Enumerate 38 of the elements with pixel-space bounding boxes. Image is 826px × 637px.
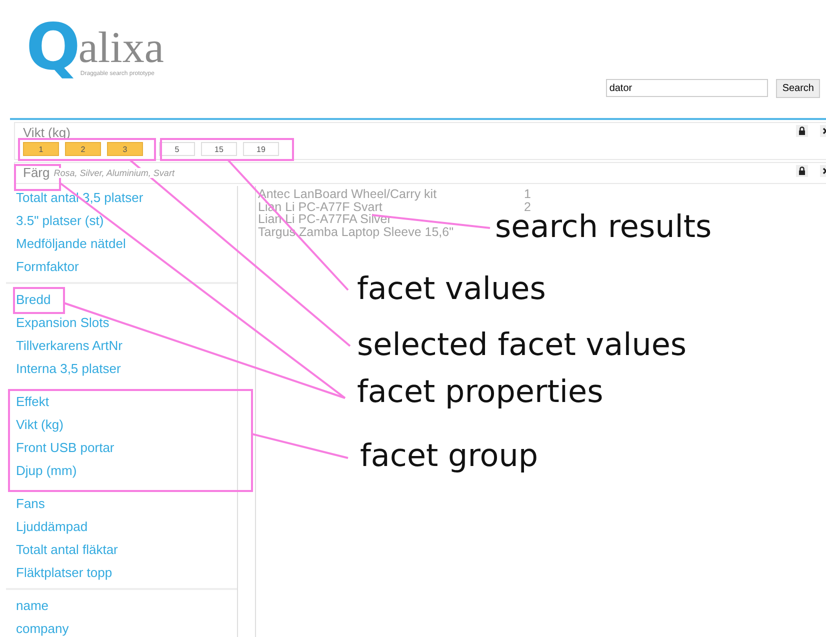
highlight-box: [13, 287, 65, 314]
facet-value-chip[interactable]: 15: [201, 142, 237, 156]
annotation-label: facet values: [357, 270, 546, 308]
facet-property-link[interactable]: Interna 3,5 platser: [16, 357, 237, 380]
facet-value-chip[interactable]: 3: [107, 142, 143, 156]
result-count: 2: [524, 200, 531, 213]
facet-property-link[interactable]: Fläktplatser topp: [16, 561, 237, 584]
result-count: 1: [524, 188, 531, 200]
facet-property-link[interactable]: Formfaktor: [16, 255, 237, 278]
facet-value-chip[interactable]: 1: [23, 142, 59, 156]
facet-property-link[interactable]: Medföljande nätdel: [16, 232, 237, 255]
facet-property-link[interactable]: 3.5" platser (st): [16, 209, 237, 232]
facet-property-link[interactable]: Front USB portar: [16, 436, 237, 459]
facet-property-link[interactable]: Vikt (kg): [16, 413, 237, 436]
lock-icon[interactable]: [796, 125, 808, 137]
facet-property-link[interactable]: Ljuddämpad: [16, 515, 237, 538]
facet-property-link[interactable]: Bredd: [16, 288, 237, 311]
facet-property-link[interactable]: name: [16, 594, 237, 617]
search-button[interactable]: Search: [776, 79, 820, 98]
facet-label[interactable]: Färg: [23, 165, 50, 180]
annotation-label: facet properties: [357, 373, 604, 411]
lock-icon[interactable]: [796, 165, 808, 177]
facet-property-link[interactable]: Totalt antal fläktar: [16, 538, 237, 561]
facet-property-link[interactable]: Tillverkarens ArtNr: [16, 334, 237, 357]
logo-wordmark: alixa: [78, 26, 164, 70]
logo-initial: Q: [26, 16, 80, 80]
facet-property-link[interactable]: Djup (mm): [16, 459, 237, 482]
facet-property-link[interactable]: company: [16, 617, 237, 637]
facet-property-link[interactable]: Effekt: [16, 390, 237, 413]
annotation-label: selected facet values: [357, 326, 687, 364]
facet-property-link[interactable]: Expansion Slots: [16, 311, 237, 334]
search-field[interactable]: dator: [606, 79, 768, 97]
annotation-label: facet group: [360, 437, 538, 475]
facet-value-chip[interactable]: 2: [65, 142, 101, 156]
facet-value-chip[interactable]: 5: [159, 142, 195, 156]
facet-value-chip[interactable]: 19: [243, 142, 279, 156]
facet-summary-text: Rosa, Silver, Aluminium, Svart: [54, 168, 174, 178]
facet-property-link[interactable]: Fans: [16, 492, 237, 515]
